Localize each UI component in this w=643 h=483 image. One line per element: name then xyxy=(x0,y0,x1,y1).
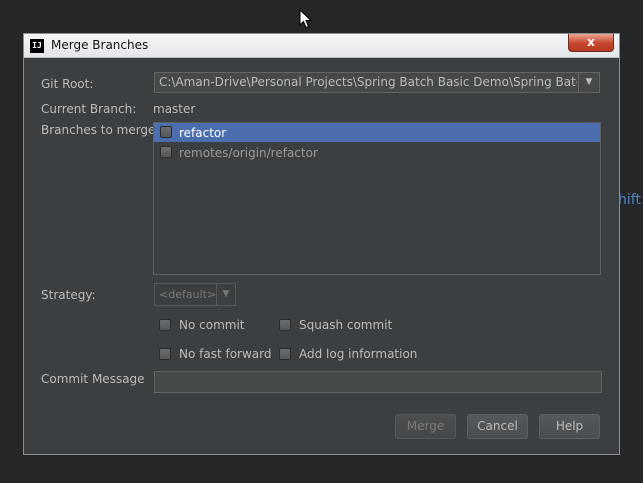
current-branch-label: Current Branch: xyxy=(41,102,137,116)
cancel-button[interactable]: Cancel xyxy=(467,414,528,439)
dropdown-arrow-icon[interactable]: ▼ xyxy=(216,284,235,305)
close-icon: x xyxy=(587,35,595,49)
current-branch-value: master xyxy=(153,102,196,116)
merge-button[interactable]: Merge xyxy=(395,414,456,439)
no-fast-forward-label: No fast forward xyxy=(179,347,272,361)
checkbox-box[interactable] xyxy=(159,348,171,360)
branch-checkbox[interactable] xyxy=(160,146,172,158)
commit-message-label: Commit Message xyxy=(41,372,145,386)
branch-name: refactor xyxy=(179,126,227,140)
branch-name: remotes/origin/refactor xyxy=(179,146,318,160)
checkbox-box[interactable] xyxy=(279,319,291,331)
mouse-cursor-icon xyxy=(299,9,312,29)
git-root-label: Git Root: xyxy=(41,77,94,91)
checkbox-box[interactable] xyxy=(159,319,171,331)
title-bar[interactable]: IJ Merge Branches x xyxy=(24,34,619,58)
merge-branches-dialog: IJ Merge Branches x Git Root: C:\Aman-Dr… xyxy=(23,33,620,455)
strategy-value: <default> xyxy=(159,288,217,301)
background-partial-text: hift xyxy=(618,192,641,208)
add-log-information-label: Add log information xyxy=(299,347,418,361)
branch-row-remotes-origin-refactor[interactable]: remotes/origin/refactor xyxy=(154,143,600,162)
dropdown-arrow-icon[interactable]: ▼ xyxy=(578,73,599,92)
branch-checkbox[interactable] xyxy=(160,126,172,138)
close-button[interactable]: x xyxy=(568,34,614,52)
git-root-value: C:\Aman-Drive\Personal Projects\Spring B… xyxy=(159,75,577,89)
commit-message-input[interactable] xyxy=(154,371,602,393)
branches-list[interactable]: refactor remotes/origin/refactor xyxy=(153,122,601,275)
squash-commit-label: Squash commit xyxy=(299,318,393,332)
strategy-label: Strategy: xyxy=(41,288,96,302)
dialog-title: Merge Branches xyxy=(51,38,149,52)
git-root-dropdown[interactable]: C:\Aman-Drive\Personal Projects\Spring B… xyxy=(154,72,600,93)
intellij-app-icon: IJ xyxy=(30,39,44,53)
checkbox-box[interactable] xyxy=(279,348,291,360)
branch-row-refactor[interactable]: refactor xyxy=(154,123,600,142)
help-button[interactable]: Help xyxy=(539,414,600,439)
strategy-dropdown[interactable]: <default> ▼ xyxy=(154,283,236,306)
branches-to-merge-label: Branches to merge: xyxy=(41,123,160,137)
no-commit-label: No commit xyxy=(179,318,245,332)
